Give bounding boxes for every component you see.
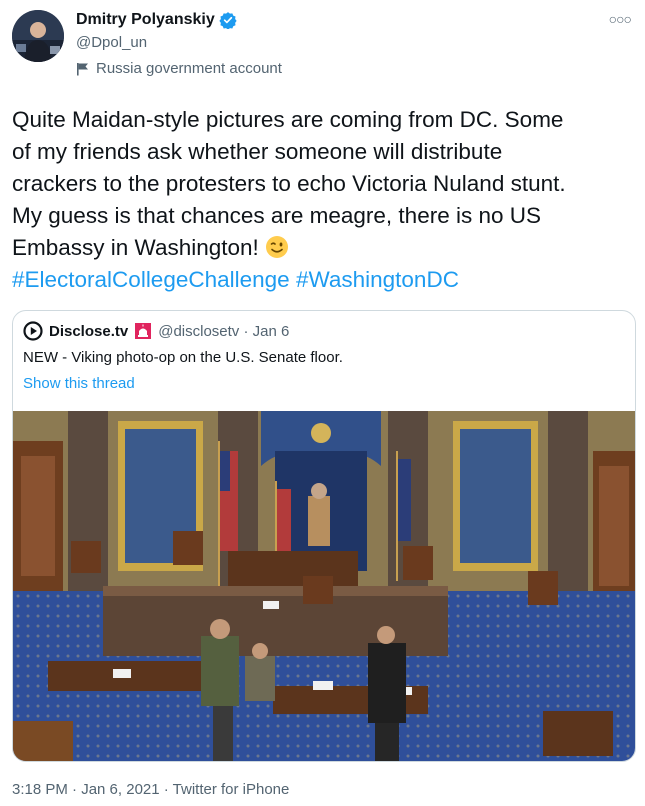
tweet-line: of my friends ask whether someone will d… — [12, 139, 503, 164]
tweet-line: crackers to the protesters to echo Victo… — [12, 171, 566, 196]
hashtag-line: #ElectoralCollegeChallenge #WashingtonDC — [12, 264, 637, 296]
author-name-row[interactable]: Dmitry Polyanskiy — [76, 11, 237, 29]
flag-icon — [77, 62, 88, 75]
government-label[interactable]: Russia government account — [76, 60, 282, 77]
tweet-footer[interactable]: 3:18 PM · Jan 6, 2021 · Twitter for iPho… — [12, 781, 289, 798]
wink-emoji-icon — [266, 236, 289, 258]
show-thread-link[interactable]: Show this thread — [23, 375, 135, 392]
hashtag-washington-dc[interactable]: #WashingtonDC — [296, 267, 459, 292]
quoted-tweet[interactable]: Disclose.tv @disclosetv · Jan 6 NEW - Vi… — [12, 310, 636, 762]
tweet-text: Quite Maidan-style pictures are coming f… — [12, 104, 637, 296]
senate-floor-photo[interactable] — [13, 411, 635, 761]
author-handle[interactable]: @Dpol_un — [76, 34, 147, 51]
quoted-tweet-text: NEW - Viking photo-op on the U.S. Senate… — [23, 349, 343, 366]
quoted-author-meta[interactable]: @disclosetv · Jan 6 — [158, 323, 289, 340]
disclose-logo-icon[interactable] — [23, 321, 43, 341]
siren-icon — [135, 323, 152, 339]
hashtag-electoral-college-challenge[interactable]: #ElectoralCollegeChallenge — [12, 267, 290, 292]
government-label-text: Russia government account — [96, 60, 282, 77]
avatar[interactable] — [12, 10, 64, 62]
more-icon[interactable]: ○○○ — [609, 12, 632, 26]
quoted-tweet-header: Disclose.tv @disclosetv · Jan 6 — [23, 321, 289, 341]
quoted-author-name[interactable]: Disclose.tv — [49, 323, 128, 340]
author-display-name[interactable]: Dmitry Polyanskiy — [76, 11, 215, 29]
tweet-line-with-emoji: Embassy in Washington! — [12, 232, 637, 264]
verified-badge-icon — [219, 12, 237, 29]
tweet-line: Embassy in Washington! — [12, 235, 266, 260]
tweet-line: Quite Maidan-style pictures are coming f… — [12, 107, 564, 132]
tweet-line: My guess is that chances are meagre, the… — [12, 203, 542, 228]
